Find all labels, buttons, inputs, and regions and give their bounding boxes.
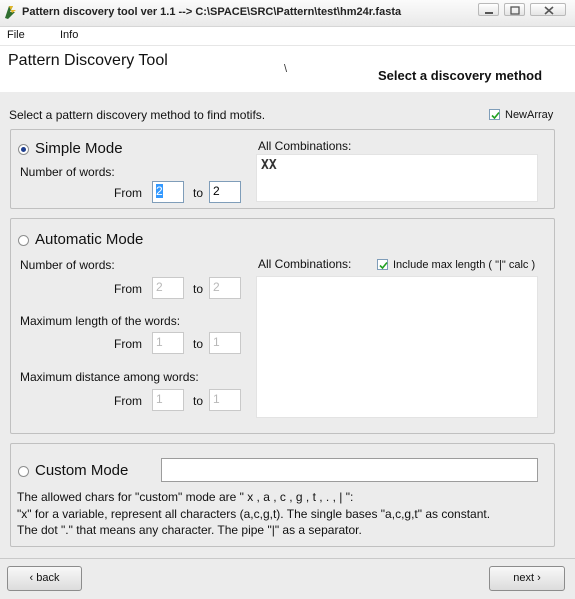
maxdist-to-input[interactable]: 1 bbox=[209, 389, 241, 411]
custom-help-line-3: The dot "." that means any character. Th… bbox=[17, 523, 362, 537]
custom-mode-title: Custom Mode bbox=[35, 462, 129, 479]
simple-from-input[interactable]: 2 bbox=[152, 181, 184, 203]
custom-help-line-1: The allowed chars for "custom" mode are … bbox=[17, 490, 354, 504]
custom-help-line-2: "x" for a variable, represent all charac… bbox=[17, 507, 491, 521]
maximize-button[interactable] bbox=[504, 3, 525, 16]
automatic-combinations-area[interactable] bbox=[256, 276, 538, 418]
automatic-words-from-label: From bbox=[114, 282, 142, 296]
mouse-cursor: \ bbox=[284, 63, 288, 75]
custom-mode-radio[interactable] bbox=[18, 466, 29, 477]
simple-combinations-area[interactable] bbox=[256, 154, 538, 202]
maxlen-from-label: From bbox=[114, 337, 142, 351]
page-subtitle: Select a discovery method bbox=[378, 68, 543, 83]
automatic-combinations-label: All Combinations: bbox=[258, 257, 352, 271]
next-button[interactable]: next › bbox=[489, 566, 565, 591]
simple-combinations-value: XX bbox=[261, 158, 277, 173]
maxlen-label: Maximum length of the words: bbox=[20, 314, 181, 328]
include-max-checkbox[interactable] bbox=[377, 259, 388, 270]
maxlen-from-input[interactable]: 1 bbox=[152, 332, 184, 354]
close-button[interactable] bbox=[530, 3, 566, 16]
menu-bar bbox=[0, 27, 575, 44]
maxdist-from-label: From bbox=[114, 394, 142, 408]
simple-to-label: to bbox=[193, 186, 204, 200]
maxdist-to-label: to bbox=[193, 394, 204, 408]
newarray-label: NewArray bbox=[505, 109, 554, 121]
simple-from-label: From bbox=[114, 186, 142, 200]
simple-words-label: Number of words: bbox=[20, 165, 115, 179]
automatic-mode-title: Automatic Mode bbox=[35, 231, 144, 248]
maxlen-to-input[interactable]: 1 bbox=[209, 332, 241, 354]
window-title: Pattern discovery tool ver 1.1 --> C:\SP… bbox=[22, 6, 402, 18]
menu-info[interactable]: Info bbox=[60, 29, 78, 41]
maxdist-from-input[interactable]: 1 bbox=[152, 389, 184, 411]
minimize-button[interactable] bbox=[478, 3, 499, 16]
automatic-words-to-input[interactable]: 2 bbox=[209, 277, 241, 299]
custom-pattern-input[interactable] bbox=[161, 458, 538, 482]
automatic-words-label: Number of words: bbox=[20, 258, 115, 272]
simple-to-input[interactable]: 2 bbox=[209, 181, 241, 203]
page-title: Pattern Discovery Tool bbox=[8, 52, 168, 69]
app-icon bbox=[3, 4, 19, 20]
automatic-mode-radio[interactable] bbox=[18, 235, 29, 246]
maxlen-to-label: to bbox=[193, 337, 204, 351]
automatic-words-to-label: to bbox=[193, 282, 204, 296]
newarray-checkbox[interactable] bbox=[489, 109, 500, 120]
automatic-words-from-input[interactable]: 2 bbox=[152, 277, 184, 299]
simple-mode-radio[interactable] bbox=[18, 144, 29, 155]
simple-mode-title: Simple Mode bbox=[35, 140, 123, 157]
instruction-text: Select a pattern discovery method to fin… bbox=[9, 108, 266, 122]
back-button[interactable]: ‹ back bbox=[7, 566, 82, 591]
maxdist-label: Maximum distance among words: bbox=[20, 370, 199, 384]
menu-file[interactable]: File bbox=[7, 29, 25, 41]
include-max-label: Include max length ( "|" calc ) bbox=[393, 259, 536, 271]
simple-combinations-label: All Combinations: bbox=[258, 139, 352, 153]
